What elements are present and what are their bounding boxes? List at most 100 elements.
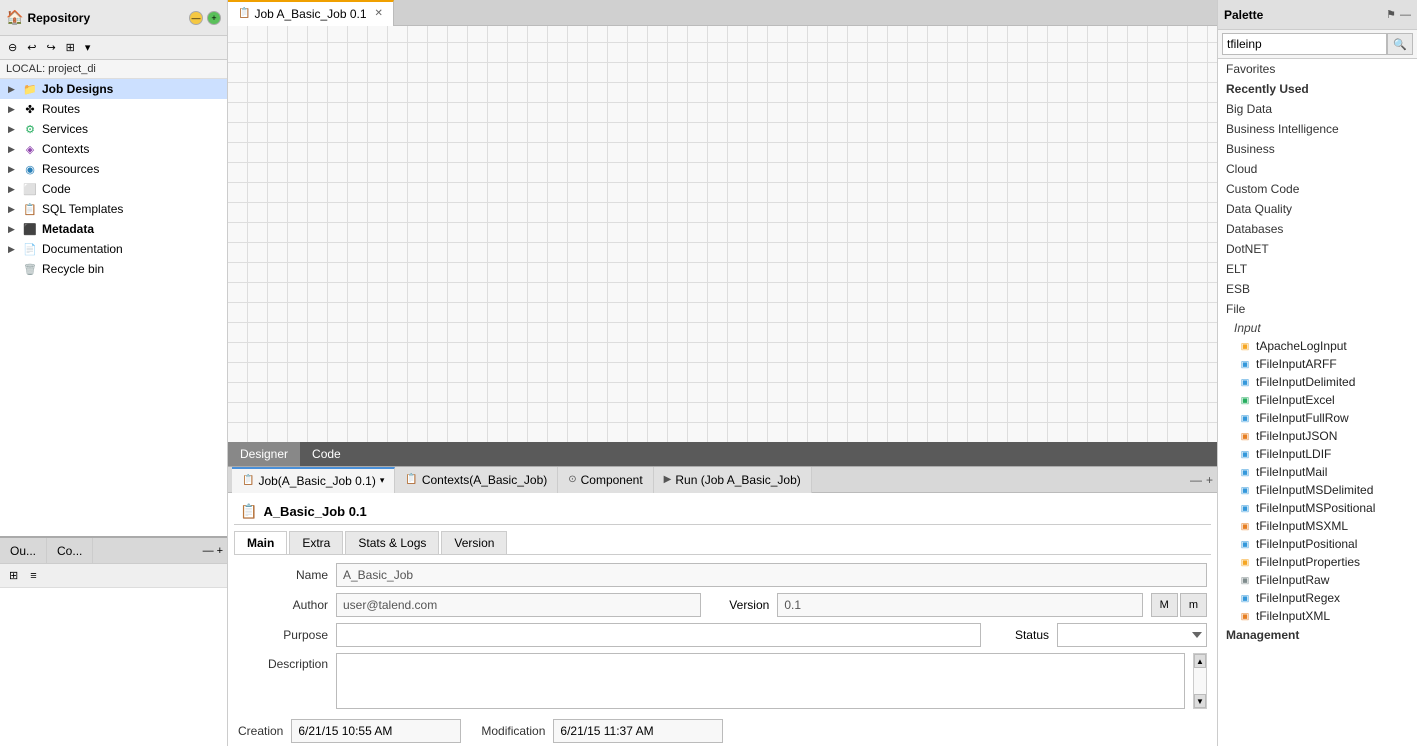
palette-search-input[interactable] <box>1222 33 1387 55</box>
creation-label: Creation <box>238 724 283 738</box>
palette-category-esb[interactable]: ESB <box>1218 279 1417 299</box>
palette-category-management[interactable]: Management <box>1218 625 1417 645</box>
version-buttons: M m <box>1151 593 1207 617</box>
palette-item-tFileInputRegex[interactable]: ▣ tFileInputRegex <box>1218 589 1417 607</box>
job-tab-version[interactable]: Version <box>441 531 507 554</box>
bottom-tab-job[interactable]: 📋 Job(A_Basic_Job 0.1) ▾ <box>232 467 395 493</box>
bottom-tab-contexts[interactable]: 📋 Contexts(A_Basic_Job) <box>395 467 558 493</box>
arrow-icon: ▶ <box>8 104 22 115</box>
palette-category-custom-code[interactable]: Custom Code <box>1218 179 1417 199</box>
job-tab-main[interactable]: Main <box>234 531 287 554</box>
sidebar-bottom-max-button[interactable]: + <box>217 545 223 557</box>
palette-item-icon: ▣ <box>1238 591 1252 605</box>
version-major-button[interactable]: M <box>1151 593 1178 617</box>
author-input[interactable] <box>336 593 701 617</box>
palette-category-databases[interactable]: Databases <box>1218 219 1417 239</box>
bottom-tab-run[interactable]: ▶ Run (Job A_Basic_Job) <box>654 467 812 493</box>
palette-item-icon: ▣ <box>1238 339 1252 353</box>
palette-category-favorites[interactable]: Favorites <box>1218 59 1417 79</box>
palette-item-tFileInputExcel[interactable]: ▣ tFileInputExcel <box>1218 391 1417 409</box>
palette-category-cloud[interactable]: Cloud <box>1218 159 1417 179</box>
description-textarea[interactable] <box>336 653 1185 709</box>
scroll-down-button[interactable]: ▼ <box>1194 694 1206 708</box>
link-button[interactable]: ↩ <box>23 38 40 57</box>
version-minor-button[interactable]: m <box>1180 593 1207 617</box>
sidebar-outline-grid-button[interactable]: ⊞ <box>4 566 23 585</box>
palette-item-tFileInputPositional[interactable]: ▣ tFileInputPositional <box>1218 535 1417 553</box>
creation-value <box>291 719 461 743</box>
palette-category-file[interactable]: File <box>1218 299 1417 319</box>
dropdown-button[interactable]: ▾ <box>81 38 95 57</box>
sidebar-item-routes[interactable]: ▶ ✤ Routes <box>0 99 227 119</box>
job-tab-stats-logs[interactable]: Stats & Logs <box>345 531 439 554</box>
palette-item-tFileInputXML[interactable]: ▣ tFileInputXML <box>1218 607 1417 625</box>
palette-category-recently-used[interactable]: Recently Used <box>1218 79 1417 99</box>
bottom-main-panel: 📋 Job(A_Basic_Job 0.1) ▾ 📋 Contexts(A_Ba… <box>228 466 1217 746</box>
arrow-icon: ▶ <box>8 184 22 195</box>
palette-min-button[interactable]: — <box>1400 9 1411 21</box>
scroll-up-button[interactable]: ▲ <box>1194 654 1206 668</box>
palette-category-elt[interactable]: ELT <box>1218 259 1417 279</box>
sidebar-bottom-controls: — + <box>203 538 227 563</box>
palette-item-tFileInputMSPositional[interactable]: ▣ tFileInputMSPositional <box>1218 499 1417 517</box>
sidebar-item-contexts[interactable]: ▶ ◈ Contexts <box>0 139 227 159</box>
palette-category-business-intelligence[interactable]: Business Intelligence <box>1218 119 1417 139</box>
palette-item-label: tFileInputMail <box>1256 465 1327 479</box>
job-tab-extra[interactable]: Extra <box>289 531 343 554</box>
palette-item-tFileInputMSXML[interactable]: ▣ tFileInputMSXML <box>1218 517 1417 535</box>
sidebar-item-documentation[interactable]: ▶ 📄 Documentation <box>0 239 227 259</box>
bottom-tab-component-label: Component <box>581 473 643 487</box>
name-input[interactable] <box>336 563 1207 587</box>
tab-designer[interactable]: Designer <box>228 442 300 466</box>
collapse-all-button[interactable]: ⊖ <box>4 38 21 57</box>
palette-item-tFileInputFullRow[interactable]: ▣ tFileInputFullRow <box>1218 409 1417 427</box>
palette-list: Favorites Recently Used Big Data Busines… <box>1218 59 1417 746</box>
sidebar-item-services[interactable]: ▶ ⚙ Services <box>0 119 227 139</box>
metadata-icon: ⬛ <box>22 221 38 237</box>
minimize-button[interactable]: — <box>189 11 203 25</box>
palette-subcategory-input[interactable]: Input <box>1218 319 1417 337</box>
tab-close-button[interactable]: ✕ <box>375 8 383 19</box>
tab-outline[interactable]: Ou... <box>0 538 47 564</box>
expand-button[interactable]: ↪ <box>42 38 59 57</box>
bottom-panel-max-button[interactable]: + <box>1206 473 1213 487</box>
palette-item-tApacheLogInput[interactable]: ▣ tApacheLogInput <box>1218 337 1417 355</box>
palette-search-button[interactable]: 🔍 <box>1387 33 1413 55</box>
palette-item-tFileInputProperties[interactable]: ▣ tFileInputProperties <box>1218 553 1417 571</box>
component-tab-icon: ⊙ <box>568 474 576 485</box>
sidebar-item-code[interactable]: ▶ ⬜ Code <box>0 179 227 199</box>
palette-category-big-data[interactable]: Big Data <box>1218 99 1417 119</box>
sidebar-item-recycle-bin[interactable]: ▶ 🗑 Recycle bin <box>0 259 227 279</box>
palette-item-tFileInputMSDelimited[interactable]: ▣ tFileInputMSDelimited <box>1218 481 1417 499</box>
tab-component[interactable]: Co... <box>47 538 93 564</box>
palette-category-dotnet[interactable]: DotNET <box>1218 239 1417 259</box>
sidebar-item-job-designs[interactable]: ▶ 📁 Job Designs <box>0 79 227 99</box>
editor-tab-job[interactable]: 📋 Job A_Basic_Job 0.1 ✕ <box>228 0 394 26</box>
palette-category-data-quality[interactable]: Data Quality <box>1218 199 1417 219</box>
sidebar-item-resources[interactable]: ▶ ◉ Resources <box>0 159 227 179</box>
purpose-input[interactable] <box>336 623 981 647</box>
palette-item-icon: ▣ <box>1238 465 1252 479</box>
status-select[interactable] <box>1057 623 1207 647</box>
bottom-tab-component[interactable]: ⊙ Component <box>558 467 653 493</box>
palette-item-label: tFileInputPositional <box>1256 537 1357 551</box>
tab-code[interactable]: Code <box>300 442 353 466</box>
job-props-form: Name Author Version M m <box>234 555 1211 746</box>
palette-item-tFileInputRaw[interactable]: ▣ tFileInputRaw <box>1218 571 1417 589</box>
layout-button[interactable]: ⊞ <box>62 38 79 57</box>
palette-item-tFileInputLDIF[interactable]: ▣ tFileInputLDIF <box>1218 445 1417 463</box>
palette-category-business[interactable]: Business <box>1218 139 1417 159</box>
bottom-panel-min-button[interactable]: — <box>1190 473 1202 487</box>
sidebar-outline-list-button[interactable]: ≡ <box>25 566 41 585</box>
sidebar-bottom-min-button[interactable]: — <box>203 545 214 557</box>
sidebar-item-sql-templates[interactable]: ▶ 📋 SQL Templates <box>0 199 227 219</box>
filter-icon[interactable]: ⚑ <box>1386 8 1396 21</box>
palette-item-tFileInputJSON[interactable]: ▣ tFileInputJSON <box>1218 427 1417 445</box>
description-row: Description ▲ ▼ <box>238 653 1207 709</box>
sidebar-item-metadata[interactable]: ▶ ⬛ Metadata <box>0 219 227 239</box>
maximize-button[interactable]: + <box>207 11 221 25</box>
palette-item-tFileInputMail[interactable]: ▣ tFileInputMail <box>1218 463 1417 481</box>
palette-item-tFileInputDelimited[interactable]: ▣ tFileInputDelimited <box>1218 373 1417 391</box>
palette-item-tFileInputARFF[interactable]: ▣ tFileInputARFF <box>1218 355 1417 373</box>
version-input[interactable] <box>777 593 1142 617</box>
